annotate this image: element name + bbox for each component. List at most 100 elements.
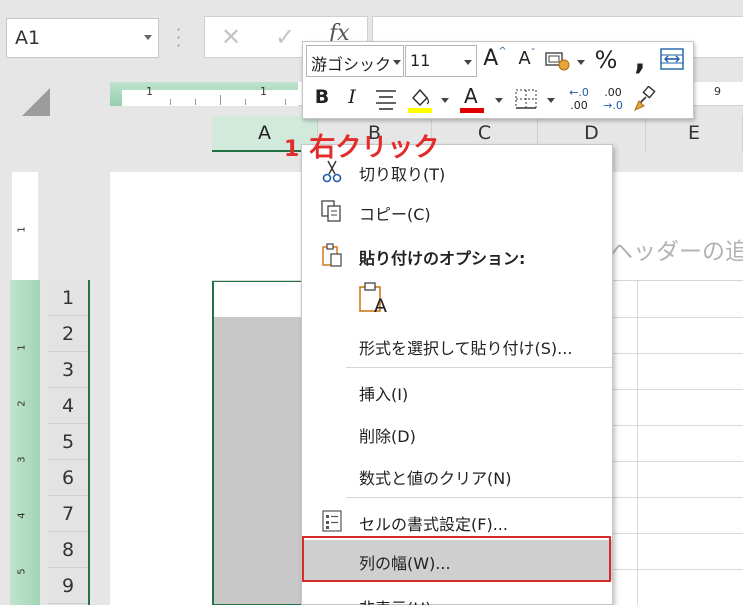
paste-option-label: A [374,295,387,317]
ruler-tick [195,99,196,105]
enter-icon[interactable]: ✓ [275,23,295,51]
menu-item-label: 削除(D) [359,427,416,446]
borders-button[interactable] [513,88,539,112]
font-color-icon: A [464,84,478,108]
row-header[interactable]: 2 [48,316,88,352]
cancel-icon[interactable]: ✕ [221,23,241,51]
bold-button[interactable]: B [311,86,333,114]
ruler-tick [245,99,246,105]
italic-button[interactable]: I [343,86,361,114]
ruler-label: 5 [16,568,28,575]
merge-center-button[interactable] [659,48,685,72]
menu-item-hide[interactable]: 非表示(H) [302,585,612,605]
font-name-select[interactable]: 游ゴシック [306,45,404,77]
shrink-font-button[interactable]: Aˇ [513,48,541,76]
select-all-corner[interactable] [22,88,50,116]
menu-item-copy[interactable]: コピー(C) [302,191,612,231]
name-box-value: A1 [15,27,41,49]
font-color-swatch [460,108,484,113]
row-header[interactable]: 8 [48,532,88,568]
chevron-down-icon[interactable] [441,98,449,103]
paint-bucket-icon [408,88,432,113]
page-header-hint[interactable]: ヘッダーの追 [610,232,743,266]
ruler-label: 3 [16,456,28,463]
fill-color-button[interactable] [407,84,433,116]
borders-icon [515,89,537,109]
column-header-e[interactable]: E [646,116,743,152]
chevron-down-icon[interactable] [144,35,152,40]
row-headers: 1 2 3 4 5 6 7 8 9 [48,280,90,605]
decrease-decimal-top: .00 [604,86,622,99]
step-number: 1 [284,137,300,162]
menu-item-label: 挿入(I) [359,385,409,404]
align-center-button[interactable] [373,88,399,114]
grow-font-icon: A [483,46,499,71]
font-color-button[interactable]: A [459,84,485,116]
highlight-box [302,536,611,582]
chevron-down-icon[interactable] [547,98,555,103]
shrink-font-icon: A [518,48,531,69]
ruler-tick [285,99,286,105]
menu-item-insert[interactable]: 挿入(I) [302,371,612,411]
number-format-button[interactable] [545,50,571,72]
menu-item-paste-special[interactable]: 形式を選択して貼り付け(S)... [302,325,612,365]
row-header[interactable]: 9 [48,568,88,604]
menu-item-label: コピー(C) [359,205,431,224]
font-size-value: 11 [410,51,431,70]
vertical-dots-icon: · · · [176,20,182,55]
menu-paste-options-header: 貼り付けのオプション: [302,235,612,275]
ruler-tick [170,99,171,105]
grid-line [637,281,638,605]
ruler-label: 1 [146,85,153,98]
menu-item-label: 数式と値のクリア(N) [359,469,512,488]
row-header[interactable]: 3 [48,352,88,388]
percent-style-button[interactable]: % [593,46,619,76]
ruler-label: 2 [16,400,28,407]
step-annotation: 1 右クリック [284,127,439,164]
font-size-select[interactable]: 11 [405,45,477,77]
paste-option-button[interactable]: A [358,281,392,319]
chevron-down-icon[interactable] [495,98,503,103]
grow-font-button[interactable]: A^ [481,46,509,76]
decrease-decimal-button[interactable]: .00 →.0 [599,86,627,116]
row-header[interactable]: 1 [48,280,88,316]
increase-decimal-top: ←.0 [569,86,589,99]
increase-decimal-bottom: .00 [570,99,588,112]
row-header[interactable]: 6 [48,460,88,496]
ruler-tick [220,95,221,105]
ruler-label: 1 [16,344,28,351]
clipboard-icon [322,243,342,267]
row-header[interactable]: 4 [48,388,88,424]
format-painter-button[interactable] [633,85,659,114]
ruler-label: 1 [16,226,28,233]
copy-icon [321,200,341,222]
menu-item-delete[interactable]: 削除(D) [302,413,612,453]
row-header[interactable]: 5 [48,424,88,460]
decrease-decimal-bottom: →.0 [603,99,623,112]
font-name-value: 游ゴシック [311,55,392,74]
name-box[interactable]: A1 [6,18,159,58]
chevron-down-icon[interactable] [577,60,585,65]
number-format-icon [545,52,570,71]
row-header[interactable]: 7 [48,496,88,532]
menu-item-format-cells[interactable]: セルの書式設定(F)... [302,501,612,541]
menu-item-clear-contents[interactable]: 数式と値のクリア(N) [302,455,612,495]
menu-separator [346,367,612,368]
ruler-label: 4 [16,512,28,519]
chevron-down-icon[interactable] [464,60,472,65]
menu-item-label: 切り取り(T) [359,165,446,184]
menu-separator [346,497,612,498]
menu-item-label: セルの書式設定(F)... [359,515,508,534]
ruler-label: 9 [714,85,721,98]
ruler-label: 1 [260,85,267,98]
format-cells-icon [322,510,342,532]
chevron-down-icon[interactable] [393,60,401,65]
mini-toolbar: 游ゴシック 11 A^ Aˇ % , B I A ←.0 .00 .00 →.0 [302,41,694,119]
ruler-left: 1 1 2 3 4 5 [10,172,40,605]
comma-style-button[interactable]: , [629,42,651,77]
merge-center-icon [660,48,684,70]
step-text: 右クリック [309,133,440,163]
menu-item-label: 形式を選択して貼り付け(S)... [359,339,573,358]
increase-decimal-button[interactable]: ←.0 .00 [565,86,593,116]
align-center-icon [376,90,396,110]
